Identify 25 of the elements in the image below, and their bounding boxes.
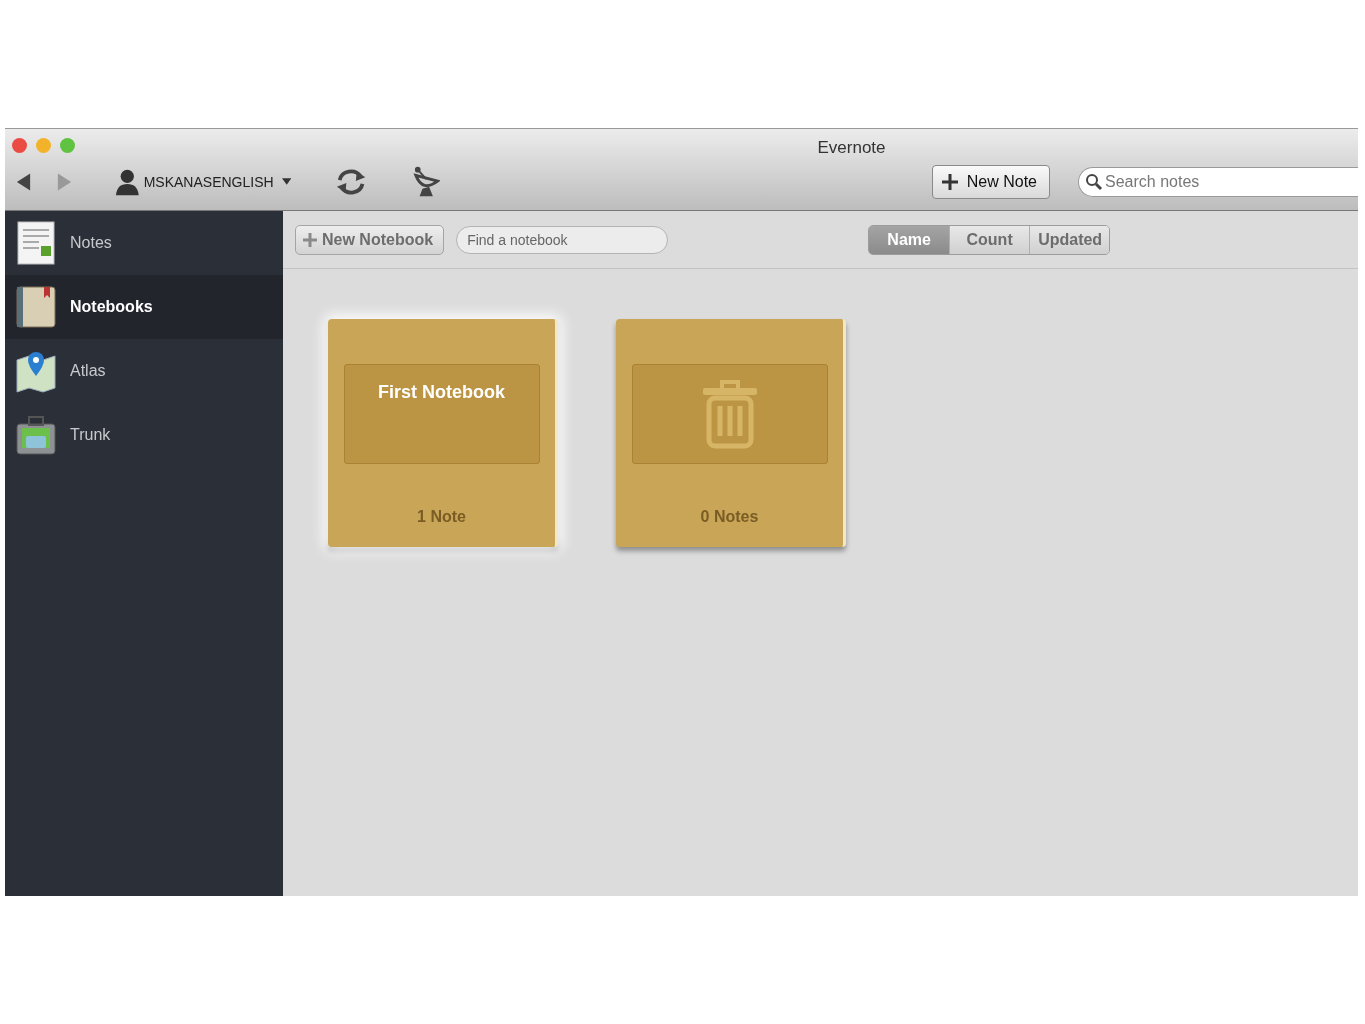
new-notebook-button[interactable]: New Notebook <box>295 224 445 255</box>
find-notebook-field[interactable]: Find a notebook <box>456 225 669 254</box>
plus-icon <box>302 231 318 248</box>
note-count: 1 Note <box>417 507 466 527</box>
sync-icon[interactable] <box>335 167 368 197</box>
sidebar-item[interactable]: Notebooks <box>5 275 283 339</box>
note-count: 0 Notes <box>700 507 759 527</box>
satellite-dish-icon[interactable] <box>413 165 440 199</box>
sidebar-item[interactable]: Notes <box>5 211 283 275</box>
notebook-icon <box>14 284 58 330</box>
user-icon[interactable] <box>115 167 140 197</box>
account-name[interactable]: MSKANASENGLISH <box>143 171 274 193</box>
close-icon[interactable] <box>12 138 27 153</box>
plus-icon <box>940 173 959 191</box>
sidebar-item[interactable]: Trunk <box>5 403 283 467</box>
window-title: Evernote <box>817 138 886 157</box>
search-field[interactable]: Search notes <box>1078 167 1358 197</box>
sort-tab[interactable]: Updated <box>1029 225 1110 254</box>
sidebar-item[interactable]: Atlas <box>5 339 283 403</box>
new-note-button[interactable]: New Note <box>931 165 1050 199</box>
notebook-title: First Notebook <box>378 381 505 404</box>
notes-document-icon <box>14 220 58 266</box>
back-icon[interactable] <box>15 172 33 192</box>
caret-icon[interactable] <box>281 178 292 186</box>
sort-tab[interactable]: Count <box>949 225 1030 254</box>
